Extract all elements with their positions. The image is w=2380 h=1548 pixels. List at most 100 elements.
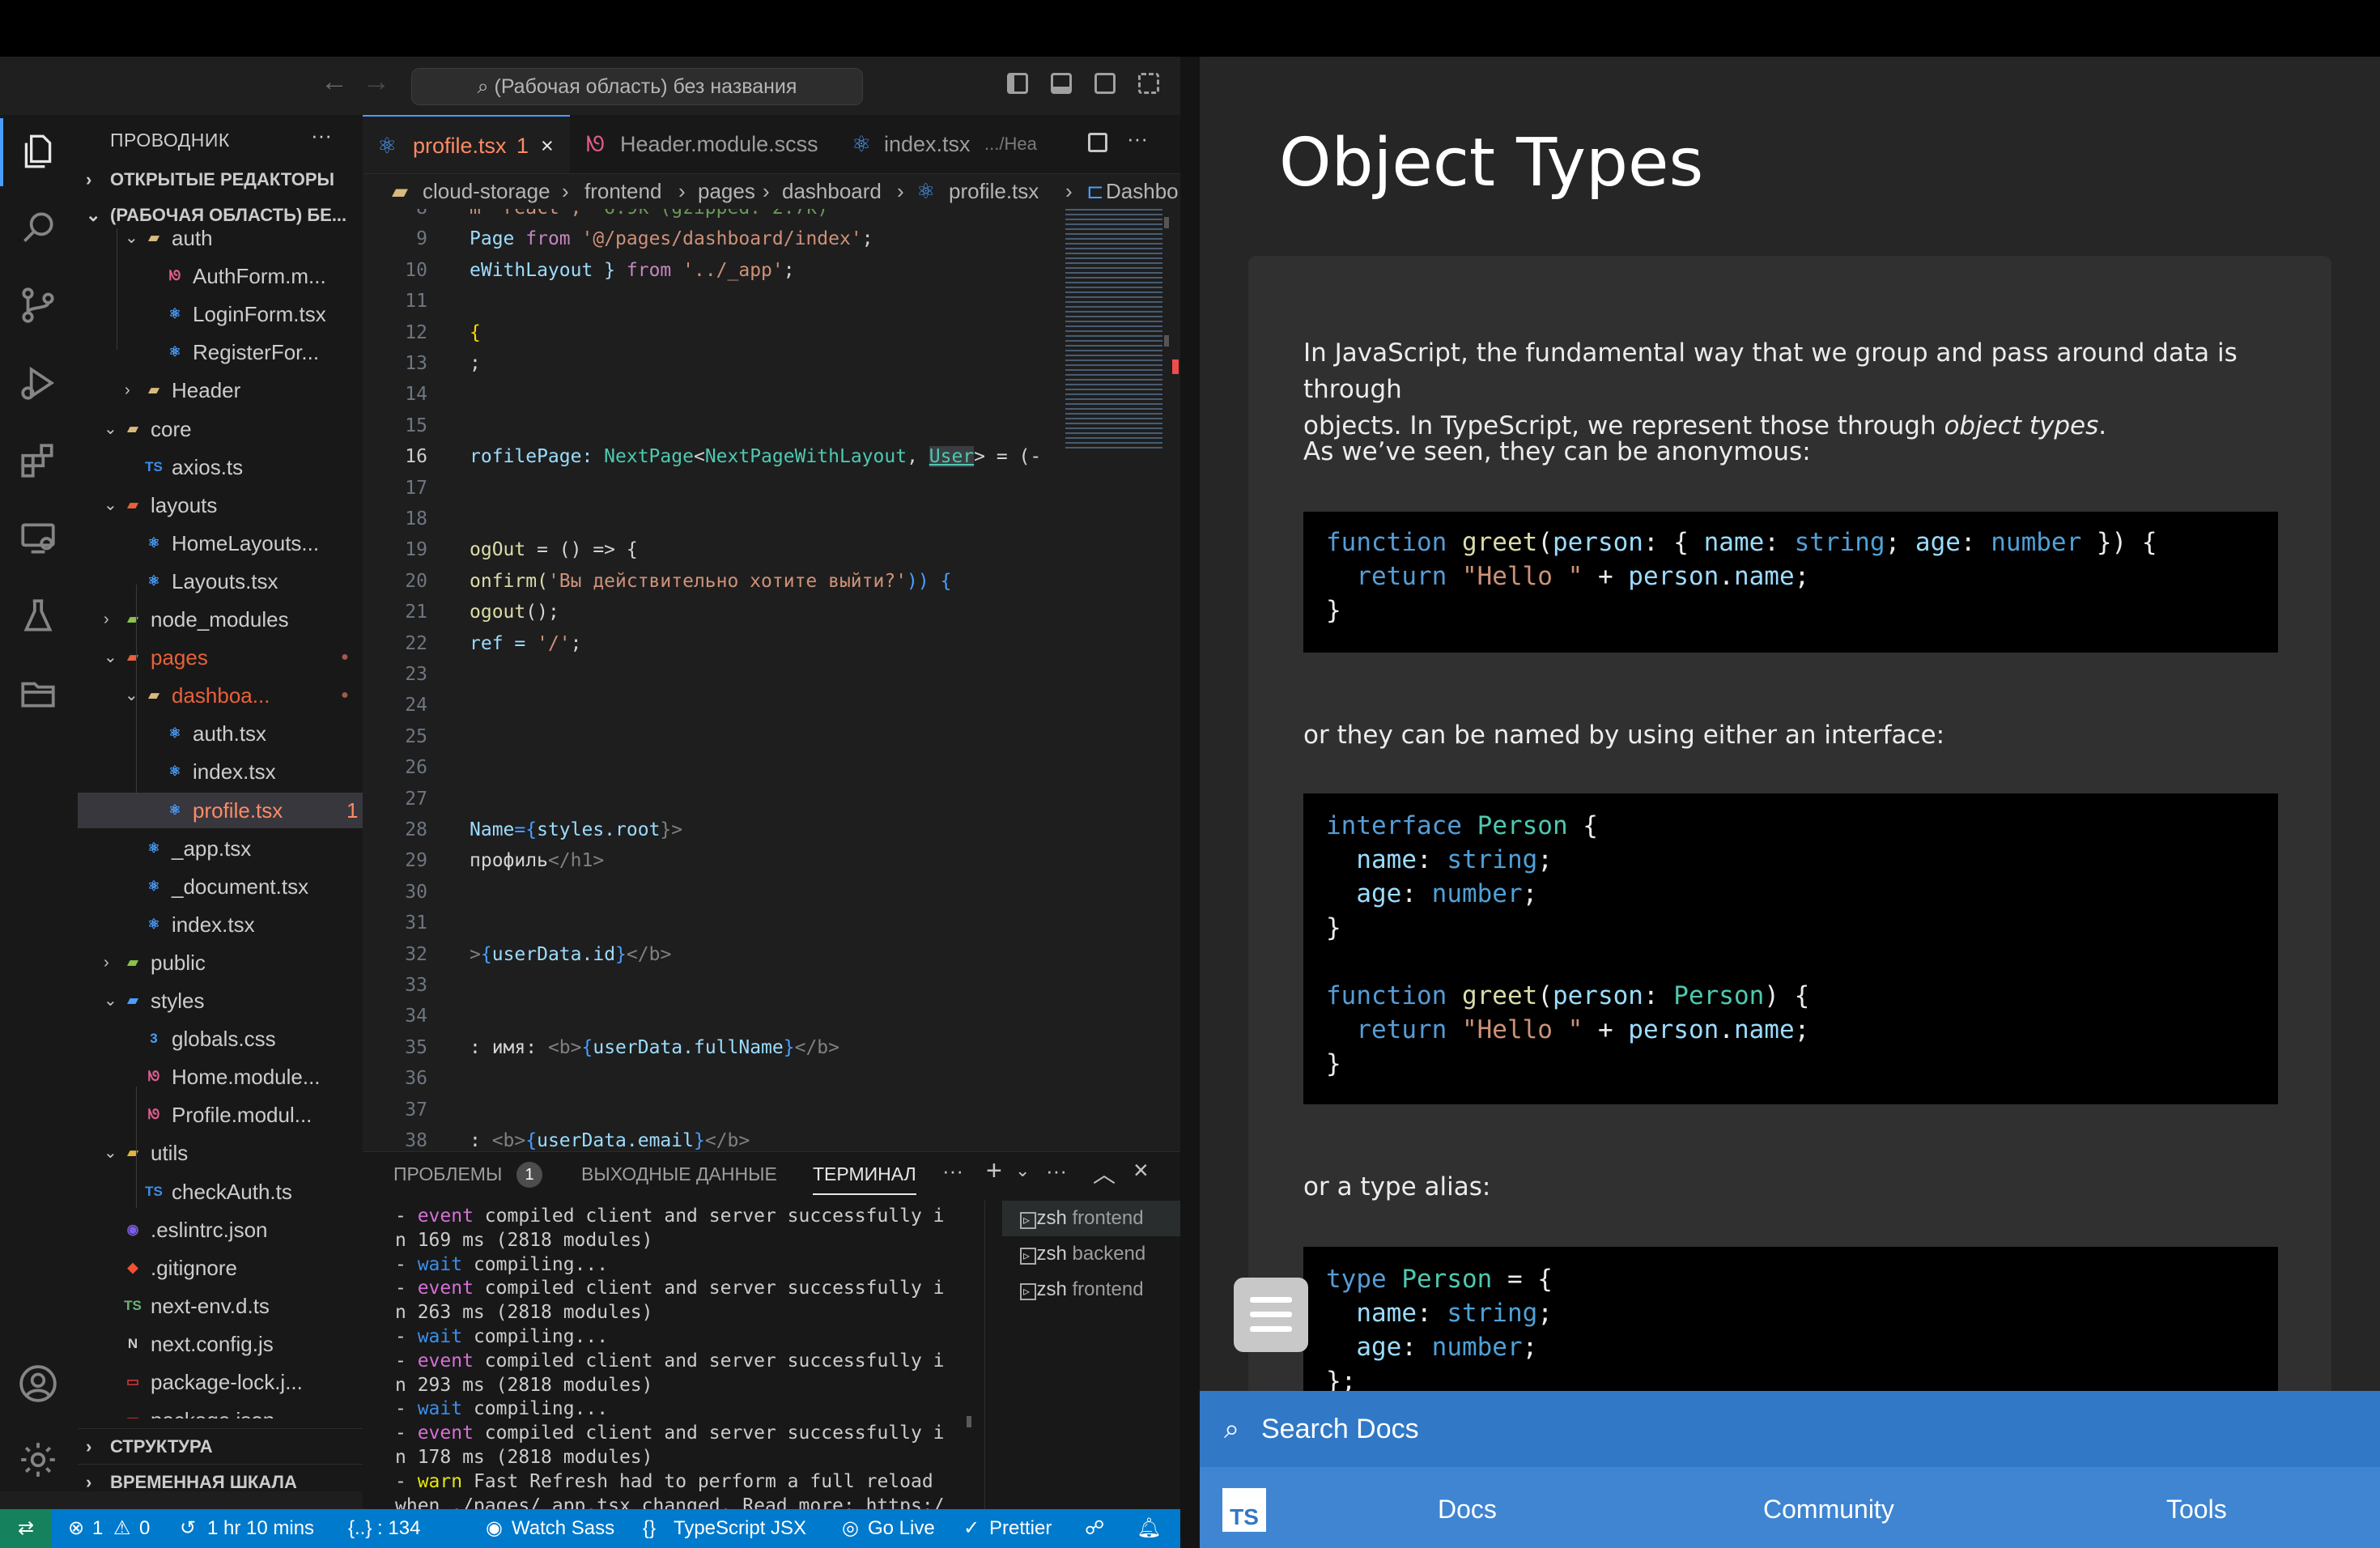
feedback-icon[interactable]: ☍ [1085, 1509, 1104, 1548]
terminal-instance[interactable]: ▹ zsh frontend [1002, 1272, 1180, 1308]
explorer-icon[interactable] [18, 131, 58, 172]
file-tree-item[interactable]: › ▰ node_modules [78, 602, 363, 637]
customize-layout-icon[interactable] [1138, 73, 1159, 94]
file-tree-item[interactable]: ⚛ LoginForm.tsx [78, 296, 363, 332]
minimap-marker [1164, 335, 1169, 347]
file-tree-item[interactable]: ᘚ Home.module... [78, 1059, 363, 1095]
file-tree-item[interactable]: ᘚ Profile.modul... [78, 1097, 363, 1133]
file-tree-item[interactable]: Nnext.config.js [78, 1326, 363, 1362]
run-debug-icon[interactable] [18, 363, 58, 403]
terminal-instance[interactable]: ▹ zsh frontend [1002, 1201, 1180, 1236]
toggle-panel-icon[interactable] [1051, 73, 1072, 94]
extensions-icon[interactable] [18, 440, 58, 481]
breadcrumb-item[interactable]: dashboard [782, 173, 882, 209]
toggle-secondary-sidebar-icon[interactable] [1094, 73, 1116, 94]
code-token: > = (- [974, 446, 1042, 468]
file-tree-item[interactable]: ◉ .eslintrc.json [78, 1212, 363, 1248]
toggle-sidebar-icon[interactable] [1007, 73, 1028, 94]
project-manager-icon[interactable] [18, 674, 58, 714]
timeline-section[interactable]: › ВРЕМЕННАЯ ШКАЛА [78, 1464, 363, 1491]
search-icon[interactable] [18, 207, 58, 248]
editor-more-icon[interactable]: ··· [1127, 126, 1148, 151]
breadcrumb-item[interactable]: cloud-storage [423, 173, 550, 209]
file-tree-item[interactable]: ⌄ ▰ pages ● [78, 640, 363, 675]
terminal-instance[interactable]: ▹ zsh backend [1002, 1236, 1180, 1272]
file-tree-item[interactable]: TS next-env.d.ts [78, 1288, 363, 1324]
session-time[interactable]: 1 hr 10 mins [207, 1509, 314, 1548]
account-icon[interactable] [18, 1363, 58, 1404]
file-tree-item[interactable]: ⚛ index.tsx [78, 754, 363, 789]
file-tree-item[interactable]: › ▰ Header [78, 372, 363, 408]
file-tree-item[interactable]: ◆ .gitignore [78, 1250, 363, 1286]
code-editor[interactable]: 8 m 'react'; 6.9k (gzipped: 2.7k) 9 Page fr… [363, 209, 1060, 1151]
breadcrumb-item[interactable]: profile.tsx [949, 173, 1039, 209]
notifications-bell-icon[interactable]: 🔔︎ [1137, 1509, 1161, 1548]
vscode-window: ← → ⌕ (Рабочая область) без названия ПРО… [0, 57, 1180, 1548]
file-tree-item[interactable]: ⚛ auth.tsx [78, 716, 363, 751]
split-editor-icon[interactable] [1088, 133, 1107, 152]
ts-logo[interactable]: TS [1222, 1488, 1266, 1532]
file-tree-item[interactable]: ᘚ AuthForm.m... [78, 258, 363, 294]
errors-icon[interactable]: ⊗ [68, 1509, 84, 1548]
file-tree-item[interactable]: ⌄ ▰ auth [78, 228, 363, 256]
nav-docs[interactable]: Docs [1438, 1495, 1497, 1525]
forward-arrow-icon[interactable]: → [363, 66, 390, 98]
search-docs-bar[interactable]: ⌕ Search Docs [1200, 1391, 2380, 1467]
code-token: } [693, 1130, 705, 1151]
file-tree-item[interactable]: ⚛ Layouts.tsx [78, 563, 363, 599]
file-tree-item[interactable]: ⌄ ▰ core [78, 411, 363, 447]
type-alias-paragraph: or a type alias: [1303, 1172, 1491, 1201]
file-tree-item[interactable]: ⌄ ▰ styles [78, 983, 363, 1019]
search-icon: ⌕ [1224, 1414, 1240, 1444]
menu-button[interactable] [1234, 1278, 1308, 1352]
command-center-search[interactable]: ⌕ (Рабочая область) без названия [411, 68, 863, 105]
file-tree-item[interactable]: ⚛ profile.tsx 1 [78, 792, 363, 828]
source-control-icon[interactable] [18, 285, 58, 325]
testing-icon[interactable] [18, 596, 58, 636]
file-tree-item[interactable]: TS checkAuth.ts [78, 1174, 363, 1210]
nav-community[interactable]: Community [1763, 1495, 1894, 1525]
remote-explorer-icon[interactable] [18, 518, 58, 559]
file-tree-item[interactable]: TS axios.ts [78, 449, 363, 485]
language-mode[interactable]: TypeScript JSX [674, 1509, 806, 1548]
code-token: } [615, 943, 627, 965]
go-live-button[interactable]: Go Live [868, 1509, 935, 1548]
outline-section[interactable]: › СТРУКТУРА [78, 1428, 363, 1465]
prettier-button[interactable]: Prettier [989, 1509, 1052, 1548]
file-tree-item[interactable]: ⚛ RegisterFor... [78, 334, 363, 370]
file-tree-item[interactable]: ⌄ ▰ layouts [78, 487, 363, 523]
file-tree-item[interactable]: ▭ package-lock.j... [78, 1364, 363, 1400]
breadcrumb-item[interactable]: Dashbo [1106, 173, 1179, 209]
file-tree-item[interactable]: ▭ package.json [78, 1402, 363, 1418]
back-arrow-icon[interactable]: ← [321, 66, 348, 98]
breadcrumb-item[interactable]: frontend [584, 173, 661, 209]
chevron-right-icon: › [86, 1472, 92, 1491]
breadcrumb-item[interactable]: pages [698, 173, 755, 209]
tab-index-tsx[interactable]: ⚛ index.tsx .../Hea [837, 115, 1088, 173]
tab-profile-tsx[interactable]: ⚛ profile.tsx 1 × [363, 115, 570, 173]
close-icon[interactable]: × [541, 117, 554, 175]
file-tree-item[interactable]: ⚛ index.tsx [78, 907, 363, 942]
warnings-icon[interactable]: ⚠ [113, 1509, 131, 1548]
file-tree-item[interactable]: ⌄ ▰ dashboa... ● [78, 678, 363, 713]
file-tree-item[interactable]: › ▰ public [78, 945, 363, 980]
errors-count[interactable]: 1 [92, 1509, 103, 1548]
open-editors-section[interactable]: › ОТКРЫТЫЕ РЕДАКТОРЫ [78, 162, 363, 198]
settings-gear-icon[interactable] [18, 1440, 58, 1480]
file-tree-item[interactable]: ⚛ HomeLayouts... [78, 525, 363, 561]
file-tree-item[interactable]: ⚛ _app.tsx [78, 831, 363, 866]
tab-header-scss[interactable]: ᘚ Header.module.scss [572, 115, 835, 173]
warnings-count[interactable]: 0 [139, 1509, 150, 1548]
ts-logo-text: TS [1230, 1504, 1259, 1529]
chevron-down-icon: ⌄ [104, 1144, 117, 1163]
line-number: 15 [405, 415, 427, 436]
remote-indicator-icon[interactable]: ⇄ [0, 1509, 52, 1548]
file-tree-item[interactable]: ⚛ _document.tsx [78, 869, 363, 904]
file-tree-item[interactable]: 3 globals.css [78, 1021, 363, 1057]
bracket-count[interactable]: {..} : 134 [348, 1509, 420, 1548]
nav-tools[interactable]: Tools [2166, 1495, 2227, 1525]
explorer-more-icon[interactable]: ··· [311, 123, 332, 148]
watch-sass-button[interactable]: Watch Sass [512, 1509, 614, 1548]
minimap[interactable] [1060, 209, 1179, 1148]
file-tree-item[interactable]: ⌄ ▰ utils [78, 1135, 363, 1171]
